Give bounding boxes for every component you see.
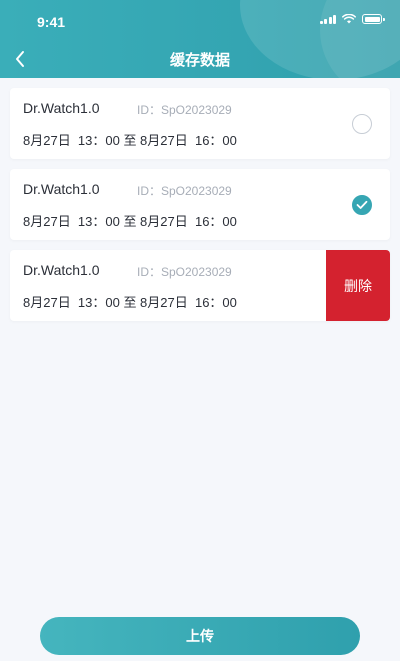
record-content: Dr.Watch1.0 ID：SpO2023029 8月27日 13：00 至 … — [10, 169, 390, 240]
record-card-swiped[interactable]: Dr.Watch1.0 ID：SpO2023029 8月27日 13：00 至 … — [10, 250, 390, 321]
record-card[interactable]: Dr.Watch1.0 ID：SpO2023029 8月27日 13：00 至 … — [10, 169, 390, 240]
signal-icon — [319, 14, 336, 24]
device-name: Dr.Watch1.0 — [23, 100, 100, 116]
status-icons — [319, 14, 385, 24]
device-id: ID：SpO2023029 — [137, 184, 232, 198]
status-time: 9:41 — [37, 14, 66, 30]
page-title: 缓存数据 — [169, 52, 230, 69]
device-name: Dr.Watch1.0 — [23, 181, 100, 197]
select-radio-checked[interactable] — [352, 195, 372, 215]
time-range: 8月27日 13：00 至 8月27日 16：00 — [23, 133, 237, 148]
record-content: Dr.Watch1.0 ID：SpO2023029 8月27日 13：00 至 … — [10, 88, 390, 159]
delete-button[interactable]: 删除 — [326, 250, 390, 321]
nav-bar: 缓存数据 — [0, 44, 400, 74]
select-radio[interactable] — [352, 114, 372, 134]
wifi-icon — [342, 14, 356, 24]
time-range: 8月27日 13：00 至 8月27日 16：00 — [23, 214, 237, 229]
time-range: 8月27日 13：00 至 8月27日 16：00 — [23, 295, 237, 310]
device-id: ID：SpO2023029 — [137, 265, 232, 279]
check-icon — [356, 200, 368, 209]
status-bar: 9:41 — [0, 0, 400, 44]
battery-icon — [362, 14, 385, 24]
header: 9:41 缓存数据 — [0, 0, 400, 78]
device-id: ID：SpO2023029 — [137, 103, 232, 117]
record-card[interactable]: Dr.Watch1.0 ID：SpO2023029 8月27日 13：00 至 … — [10, 88, 390, 159]
device-name: Dr.Watch1.0 — [23, 262, 100, 278]
upload-button[interactable]: 上传 — [40, 617, 360, 655]
